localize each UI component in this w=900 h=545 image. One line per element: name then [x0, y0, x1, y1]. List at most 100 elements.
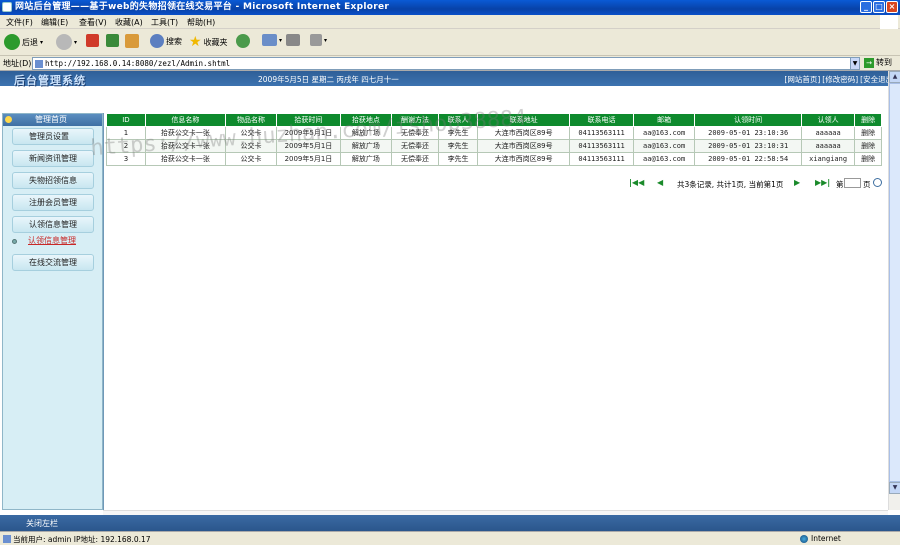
page-number-input[interactable]: [844, 178, 861, 188]
sidebar: 管理首页 管理员设置 新闻资讯管理 失物招领信息 注册会员管理 认领信息管理 认…: [2, 113, 103, 510]
scroll-down-button[interactable]: ▼: [889, 482, 900, 494]
refresh-button[interactable]: [106, 34, 119, 47]
forward-arrow-icon: [56, 34, 72, 50]
browser-toolbar: 后退 ▾ ▾ 搜索 ★ 收藏夹 ▾ ▾: [0, 29, 900, 56]
next-page-icon[interactable]: ▶: [794, 178, 800, 187]
stop-button[interactable]: [86, 34, 99, 47]
col-contact: 联系人: [438, 113, 479, 127]
sidebar-item-claims[interactable]: 认领信息管理: [12, 216, 94, 233]
windows-logo-icon: [880, 15, 898, 29]
date-text: 2009年5月5日 星期二 丙戌年 四七月十一: [258, 75, 399, 84]
back-button[interactable]: 后退 ▾: [4, 34, 43, 50]
delete-link[interactable]: 删除: [854, 139, 882, 153]
mail-dropdown-icon[interactable]: ▾: [279, 37, 282, 44]
sidebar-item-chat[interactable]: 在线交流管理: [12, 254, 94, 271]
col-claim-time: 认领时间: [694, 113, 802, 127]
home-button[interactable]: [125, 34, 139, 48]
address-input[interactable]: http://192.168.0.14:8080/zezl/Admin.shtm…: [32, 57, 860, 70]
history-icon: [236, 34, 250, 48]
col-info-name: 信息名称: [144, 113, 226, 127]
edit-dropdown-icon[interactable]: ▾: [324, 37, 327, 44]
history-button[interactable]: [236, 34, 250, 48]
address-url: http://192.168.0.14:8080/zezl/Admin.shtm…: [45, 59, 231, 68]
scroll-thumb[interactable]: [889, 83, 900, 482]
table-row: 1 拾获公交卡一张 公交卡 2009年5月1日 解放广场 无偿奉还 李先生 大连…: [106, 126, 882, 140]
ie-page-icon: [2, 2, 12, 12]
table-header-row: ID 信息名称 物品名称 拾获时间 拾获地点 酬谢方法 联系人 联系地址 联系电…: [106, 113, 882, 127]
col-email: 邮箱: [632, 113, 696, 127]
edit-button[interactable]: ▾: [310, 34, 327, 46]
col-phone: 联系电话: [569, 113, 634, 127]
menu-favorites[interactable]: 收藏(A): [115, 17, 143, 28]
menu-edit[interactable]: 编辑(E): [41, 17, 68, 28]
menu-view[interactable]: 查看(V): [79, 17, 107, 28]
mail-icon: [262, 34, 277, 46]
page-icon: [35, 60, 43, 68]
prev-page-icon[interactable]: ◀: [657, 178, 663, 187]
last-page-icon[interactable]: ▶▶|: [815, 178, 830, 187]
back-arrow-icon: [4, 34, 20, 50]
col-reward: 酬谢方法: [390, 113, 440, 127]
menu-file[interactable]: 文件(F): [6, 17, 33, 28]
menu-help[interactable]: 帮助(H): [187, 17, 215, 28]
first-page-icon[interactable]: |◀◀: [629, 178, 644, 187]
sidebar-item-news[interactable]: 新闻资讯管理: [12, 150, 94, 167]
address-dropdown-button[interactable]: ▼: [850, 57, 860, 70]
stop-icon: [86, 34, 99, 47]
link-change-password[interactable]: [修改密码]: [822, 74, 858, 85]
go-arrow-icon: →: [864, 57, 874, 68]
sidebar-head[interactable]: 管理首页: [3, 114, 102, 126]
sidebar-item-claims-active[interactable]: 认领信息管理: [12, 235, 94, 248]
address-label: 地址(D): [3, 59, 32, 68]
admin-header: 后台管理系统 2009年5月5日 星期二 丙戌年 四七月十一 [网站首页] [修…: [0, 71, 900, 87]
window-titlebar: 网站后台管理——基于web的失物招领在线交易平台 - Microsoft Int…: [0, 0, 900, 15]
edit-page-icon: [310, 34, 322, 46]
table-row: 2 拾获公交卡一张 公交卡 2009年5月1日 解放广场 无偿奉还 李先生 大连…: [106, 139, 882, 153]
favorites-button[interactable]: ★ 收藏夹: [189, 34, 228, 50]
print-button[interactable]: [286, 34, 300, 46]
scroll-up-button[interactable]: ▲: [889, 71, 900, 83]
forward-dropdown-icon[interactable]: ▾: [74, 39, 77, 46]
sidebar-item-admin-settings[interactable]: 管理员设置: [12, 128, 94, 145]
table-row: 3 拾获公交卡一张 公交卡 2009年5月1日 解放广场 无偿奉还 李先生 大连…: [106, 152, 882, 166]
search-button[interactable]: 搜索: [150, 34, 182, 48]
status-text: 当前用户: admin IP地址: 192.168.0.17: [13, 535, 151, 544]
security-zone: Internet: [800, 534, 841, 543]
col-id: ID: [106, 113, 146, 127]
page-unit-label: 页: [863, 180, 871, 189]
pager-info: 共3条记录, 共计1页, 当前第1页: [677, 180, 784, 189]
delete-link[interactable]: 删除: [854, 152, 882, 166]
header-links: [网站首页] [修改密码] [安全退出]: [784, 74, 896, 85]
claims-table: ID 信息名称 物品名称 拾获时间 拾获地点 酬谢方法 联系人 联系地址 联系电…: [106, 113, 882, 166]
minimize-button[interactable]: _: [860, 1, 872, 13]
sidebar-item-members[interactable]: 注册会员管理: [12, 194, 94, 211]
vertical-scrollbar[interactable]: ▲ ▼: [888, 71, 900, 510]
go-button[interactable]: → 转到: [864, 57, 892, 68]
close-left-panel-link[interactable]: 关闭左栏: [26, 518, 58, 529]
back-dropdown-icon[interactable]: ▾: [40, 39, 43, 46]
col-item-name: 物品名称: [224, 113, 278, 127]
maximize-button[interactable]: □: [873, 1, 885, 13]
address-bar: 地址(D) http://192.168.0.14:8080/zezl/Admi…: [0, 56, 900, 71]
refresh-icon: [106, 34, 119, 47]
admin-footer: 关闭左栏: [0, 515, 900, 531]
window-controls: _ □ ×: [860, 1, 898, 13]
home-gear-icon: [5, 116, 12, 123]
sidebar-item-lost-found[interactable]: 失物招领信息: [12, 172, 94, 189]
link-site-home[interactable]: [网站首页]: [784, 74, 820, 85]
col-address: 联系地址: [477, 113, 571, 127]
admin-logo: 后台管理系统: [14, 74, 86, 87]
window-title: 网站后台管理——基于web的失物招领在线交易平台 - Microsoft Int…: [15, 2, 390, 12]
col-found-time: 拾获时间: [276, 113, 341, 127]
mail-button[interactable]: ▾: [262, 34, 282, 46]
menu-tools[interactable]: 工具(T): [151, 17, 178, 28]
delete-link[interactable]: 删除: [854, 126, 882, 140]
close-button[interactable]: ×: [886, 1, 898, 13]
star-icon: ★: [189, 34, 202, 50]
home-icon: [125, 34, 139, 48]
page-viewport: 后台管理系统 2009年5月5日 星期二 丙戌年 四七月十一 [网站首页] [修…: [0, 71, 900, 531]
printer-icon: [286, 34, 300, 46]
go-page-icon[interactable]: [873, 178, 882, 187]
col-found-place: 拾获地点: [339, 113, 392, 127]
forward-button[interactable]: ▾: [56, 34, 77, 50]
